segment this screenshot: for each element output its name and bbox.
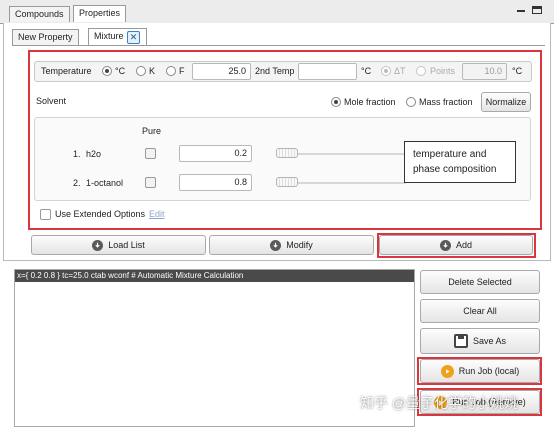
mass-fraction-label: Mass fraction xyxy=(419,97,473,107)
delta-t-label: ΔT xyxy=(394,66,406,76)
fraction-slider-handle[interactable] xyxy=(276,177,298,187)
floppy-disk-icon xyxy=(453,334,468,348)
mole-fraction-label: Mole fraction xyxy=(344,97,396,107)
tab-new-property[interactable]: New Property xyxy=(12,29,79,45)
component-index: 1. xyxy=(73,149,81,159)
unit-fahrenheit-radio[interactable] xyxy=(166,66,176,76)
fraction-slider-handle[interactable] xyxy=(276,148,298,158)
unit-kelvin-label: K xyxy=(149,66,156,76)
download-icon xyxy=(270,239,282,251)
points-input[interactable]: 10.0 xyxy=(462,63,507,80)
clear-all-button[interactable]: Clear All xyxy=(420,299,540,323)
end-temp-unit: °C xyxy=(512,66,523,76)
component-name: 1-octanol xyxy=(86,178,124,188)
subtab-bar-line xyxy=(12,45,545,46)
run-job-local-button[interactable]: Run Job (local) xyxy=(420,359,540,383)
play-icon xyxy=(440,364,454,378)
minimize-icon[interactable] xyxy=(517,10,525,12)
unit-fahrenheit-label: F xyxy=(179,66,185,76)
save-as-button[interactable]: Save As xyxy=(420,328,540,354)
download-icon xyxy=(92,239,104,251)
second-temp-input[interactable] xyxy=(298,63,357,80)
delete-selected-button[interactable]: Delete Selected xyxy=(420,270,540,294)
callout-line-1: temperature and xyxy=(413,149,487,160)
tab-compounds[interactable]: Compounds xyxy=(9,6,70,22)
job-list[interactable] xyxy=(14,269,415,427)
mass-fraction-radio[interactable] xyxy=(406,97,416,107)
pure-column-header: Pure xyxy=(142,126,162,136)
annotation-callout: temperature and phase composition xyxy=(404,141,516,183)
fraction-input[interactable]: 0.2 xyxy=(179,145,252,162)
points-label: Points xyxy=(430,66,456,76)
extended-options-checkbox[interactable] xyxy=(40,209,51,220)
unit-celsius-label: °C xyxy=(115,66,126,76)
tab-mixture-label: Mixture xyxy=(94,31,124,41)
temperature-label: Temperature xyxy=(41,66,92,76)
maximize-icon[interactable] xyxy=(532,6,542,14)
load-list-button[interactable]: Load List xyxy=(31,235,206,255)
job-list-item[interactable]: x={ 0.2 0.8 } tc=25.0 ctab wconf # Autom… xyxy=(15,270,414,282)
unit-kelvin-radio[interactable] xyxy=(136,66,146,76)
component-index: 2. xyxy=(73,178,81,188)
second-temp-unit: °C xyxy=(361,66,372,76)
fraction-input[interactable]: 0.8 xyxy=(179,174,252,191)
delta-t-radio[interactable] xyxy=(381,66,391,76)
pure-checkbox[interactable] xyxy=(145,148,156,159)
component-name: h2o xyxy=(86,149,102,159)
pure-checkbox[interactable] xyxy=(145,177,156,188)
job-list-item-text: x={ 0.2 0.8 } tc=25.0 ctab wconf # Autom… xyxy=(17,271,244,280)
add-button[interactable]: Add xyxy=(379,235,533,255)
solvent-label: Solvent xyxy=(36,96,67,106)
temperature-input[interactable]: 25.0 xyxy=(192,63,251,80)
callout-line-2: phase composition xyxy=(413,164,497,175)
points-radio[interactable] xyxy=(416,66,426,76)
watermark-text: 知乎 @量子化学的小姚姚 xyxy=(360,395,519,411)
edit-link[interactable]: Edit xyxy=(149,209,165,220)
extended-options-label: Use Extended Options xyxy=(55,209,146,219)
modify-button[interactable]: Modify xyxy=(209,235,374,255)
tab-mixture-close-icon[interactable]: ✕ xyxy=(127,31,140,44)
second-temp-label: 2nd Temp xyxy=(255,66,295,76)
tab-properties[interactable]: Properties xyxy=(73,5,127,22)
unit-celsius-radio[interactable] xyxy=(102,66,112,76)
download-icon xyxy=(439,239,451,251)
normalize-button[interactable]: Normalize xyxy=(481,92,531,112)
mole-fraction-radio[interactable] xyxy=(331,97,341,107)
